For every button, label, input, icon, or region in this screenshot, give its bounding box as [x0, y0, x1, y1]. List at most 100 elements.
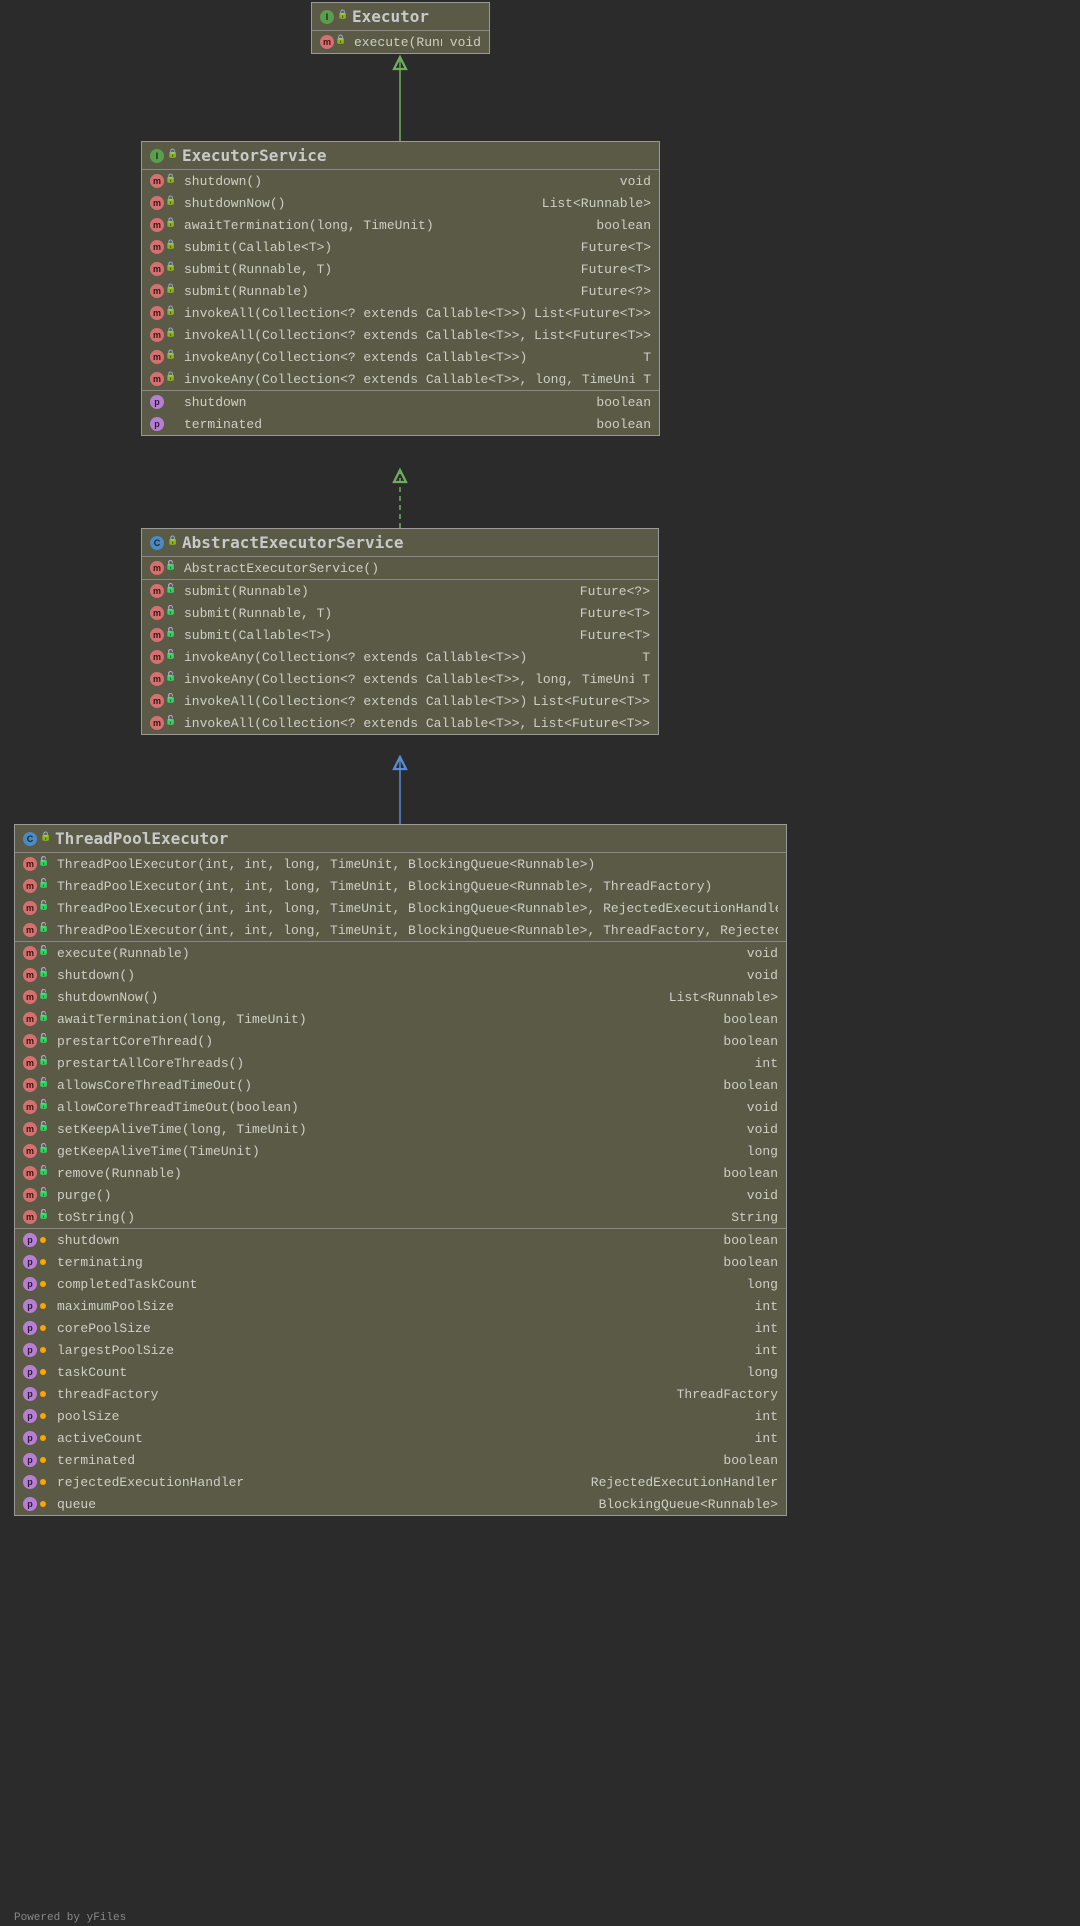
- read-write-indicator-icon: [40, 1259, 46, 1265]
- member-row[interactable]: mpurge()void: [15, 1184, 786, 1206]
- member-row[interactable]: minvokeAny(Collection<? extends Callable…: [142, 346, 659, 368]
- property-icon: p: [23, 1277, 37, 1291]
- member-section: mshutdown()voidmshutdownNow()List<Runnab…: [142, 170, 659, 391]
- member-row[interactable]: pcompletedTaskCountlong: [15, 1273, 786, 1295]
- member-row[interactable]: msubmit(Callable<T>)Future<T>: [142, 236, 659, 258]
- member-icons: m: [23, 1034, 57, 1048]
- member-row[interactable]: pshutdownboolean: [142, 391, 659, 413]
- member-row[interactable]: mtoString()String: [15, 1206, 786, 1228]
- member-row[interactable]: pterminatingboolean: [15, 1251, 786, 1273]
- member-row[interactable]: ppoolSizeint: [15, 1405, 786, 1427]
- member-row[interactable]: msubmit(Callable<T>)Future<T>: [142, 624, 658, 646]
- member-signature: submit(Runnable): [184, 584, 572, 599]
- property-icon: p: [150, 395, 164, 409]
- class-box-thread-pool-executor[interactable]: CThreadPoolExecutormThreadPoolExecutor(i…: [14, 824, 787, 1516]
- member-signature: poolSize: [57, 1409, 747, 1424]
- member-row[interactable]: msubmit(Runnable)Future<?>: [142, 580, 658, 602]
- method-icon: m: [150, 372, 164, 386]
- member-row[interactable]: minvokeAll(Collection<? extends Callable…: [142, 324, 659, 346]
- visibility-lock-icon: [166, 286, 176, 296]
- member-row[interactable]: pactiveCountint: [15, 1427, 786, 1449]
- member-icons: p: [23, 1365, 57, 1379]
- member-row[interactable]: pterminatedboolean: [15, 1449, 786, 1471]
- member-row[interactable]: mallowCoreThreadTimeOut(boolean)void: [15, 1096, 786, 1118]
- member-row[interactable]: minvokeAny(Collection<? extends Callable…: [142, 668, 658, 690]
- member-section: msubmit(Runnable)Future<?>msubmit(Runnab…: [142, 580, 658, 734]
- member-section: mexecute(Runnable)voidmshutdown()voidmsh…: [15, 942, 786, 1229]
- member-row[interactable]: pshutdownboolean: [15, 1229, 786, 1251]
- member-signature: allowCoreThreadTimeOut(boolean): [57, 1100, 739, 1115]
- member-signature: terminated: [184, 417, 588, 432]
- member-row[interactable]: mThreadPoolExecutor(int, int, long, Time…: [15, 919, 786, 941]
- member-row[interactable]: minvokeAny(Collection<? extends Callable…: [142, 368, 659, 390]
- member-signature: submit(Runnable): [184, 284, 573, 299]
- member-row[interactable]: mgetKeepAliveTime(TimeUnit)long: [15, 1140, 786, 1162]
- property-icon: p: [150, 417, 164, 431]
- method-icon: m: [150, 561, 164, 575]
- visibility-lock-icon: [39, 1102, 49, 1112]
- method-icon: m: [23, 968, 37, 982]
- member-row[interactable]: ptaskCountlong: [15, 1361, 786, 1383]
- class-box-executor[interactable]: IExecutormexecute(Runnable)void: [311, 2, 490, 54]
- member-row[interactable]: msetKeepAliveTime(long, TimeUnit)void: [15, 1118, 786, 1140]
- member-row[interactable]: pmaximumPoolSizeint: [15, 1295, 786, 1317]
- member-row[interactable]: mremove(Runnable)boolean: [15, 1162, 786, 1184]
- member-row[interactable]: mAbstractExecutorService(): [142, 557, 658, 579]
- member-row[interactable]: mThreadPoolExecutor(int, int, long, Time…: [15, 897, 786, 919]
- member-row[interactable]: mallowsCoreThreadTimeOut()boolean: [15, 1074, 786, 1096]
- class-box-executor-service[interactable]: IExecutorServicemshutdown()voidmshutdown…: [141, 141, 660, 436]
- member-row[interactable]: mshutdownNow()List<Runnable>: [15, 986, 786, 1008]
- member-row[interactable]: minvokeAll(Collection<? extends Callable…: [142, 690, 658, 712]
- member-return-type: int: [747, 1343, 778, 1358]
- read-write-indicator-icon: [40, 1391, 46, 1397]
- member-row[interactable]: minvokeAll(Collection<? extends Callable…: [142, 712, 658, 734]
- member-return-type: boolean: [715, 1233, 778, 1248]
- member-icons: p: [23, 1475, 57, 1489]
- member-signature: queue: [57, 1497, 591, 1512]
- member-row[interactable]: prejectedExecutionHandlerRejectedExecuti…: [15, 1471, 786, 1493]
- member-row[interactable]: pqueueBlockingQueue<Runnable>: [15, 1493, 786, 1515]
- member-icons: p: [23, 1343, 57, 1357]
- class-title[interactable]: CThreadPoolExecutor: [15, 825, 786, 853]
- member-row[interactable]: mThreadPoolExecutor(int, int, long, Time…: [15, 853, 786, 875]
- class-title-text: ThreadPoolExecutor: [55, 829, 228, 848]
- class-title[interactable]: CAbstractExecutorService: [142, 529, 658, 557]
- member-row[interactable]: pthreadFactoryThreadFactory: [15, 1383, 786, 1405]
- member-signature: maximumPoolSize: [57, 1299, 747, 1314]
- member-row[interactable]: msubmit(Runnable, T)Future<T>: [142, 258, 659, 280]
- member-row[interactable]: mexecute(Runnable)void: [15, 942, 786, 964]
- member-row[interactable]: mawaitTermination(long, TimeUnit)boolean: [15, 1008, 786, 1030]
- class-title[interactable]: IExecutor: [312, 3, 489, 31]
- member-row[interactable]: mshutdown()void: [15, 964, 786, 986]
- member-row[interactable]: minvokeAll(Collection<? extends Callable…: [142, 302, 659, 324]
- member-row[interactable]: plargestPoolSizeint: [15, 1339, 786, 1361]
- member-row[interactable]: mprestartCoreThread()boolean: [15, 1030, 786, 1052]
- visibility-lock-icon: [39, 992, 49, 1002]
- member-row[interactable]: minvokeAny(Collection<? extends Callable…: [142, 646, 658, 668]
- member-row[interactable]: mawaitTermination(long, TimeUnit)boolean: [142, 214, 659, 236]
- member-signature: invokeAny(Collection<? extends Callable<…: [184, 350, 635, 365]
- class-box-abstract-executor-service[interactable]: CAbstractExecutorServicemAbstractExecuto…: [141, 528, 659, 735]
- member-row[interactable]: msubmit(Runnable)Future<?>: [142, 280, 659, 302]
- member-row[interactable]: mThreadPoolExecutor(int, int, long, Time…: [15, 875, 786, 897]
- member-row[interactable]: pterminatedboolean: [142, 413, 659, 435]
- member-row[interactable]: pcorePoolSizeint: [15, 1317, 786, 1339]
- member-icons: m: [150, 694, 184, 708]
- method-icon: m: [150, 694, 164, 708]
- visibility-lock-icon: [39, 1124, 49, 1134]
- method-icon: m: [23, 1210, 37, 1224]
- member-row[interactable]: mshutdownNow()List<Runnable>: [142, 192, 659, 214]
- class-title[interactable]: IExecutorService: [142, 142, 659, 170]
- member-row[interactable]: mprestartAllCoreThreads()int: [15, 1052, 786, 1074]
- member-row[interactable]: msubmit(Runnable, T)Future<T>: [142, 602, 658, 624]
- member-icons: m: [150, 350, 184, 364]
- member-signature: completedTaskCount: [57, 1277, 739, 1292]
- visibility-lock-icon: [39, 859, 49, 869]
- member-signature: threadFactory: [57, 1387, 669, 1402]
- member-row[interactable]: mexecute(Runnable)void: [312, 31, 489, 53]
- property-icon: p: [23, 1255, 37, 1269]
- member-icons: m: [150, 196, 184, 210]
- member-row[interactable]: mshutdown()void: [142, 170, 659, 192]
- member-signature: ThreadPoolExecutor(int, int, long, TimeU…: [57, 901, 778, 916]
- member-signature: execute(Runnable): [57, 946, 739, 961]
